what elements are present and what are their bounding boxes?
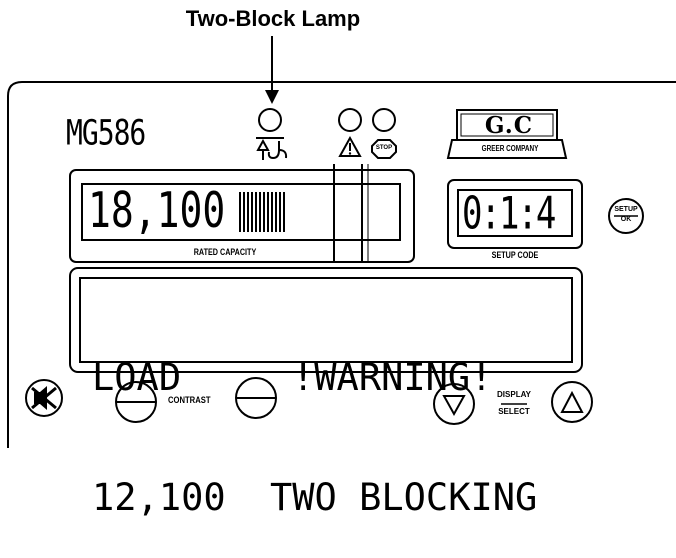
callout-arrow xyxy=(265,36,279,104)
two-block-icon xyxy=(256,137,288,160)
ok-label: OK xyxy=(620,216,632,223)
setup-ok-button-label: SETUP OK xyxy=(612,205,640,225)
two-blocking-message: TWO BLOCKING xyxy=(270,476,538,519)
load-label: LOAD xyxy=(92,356,182,399)
main-display-text: LOAD !WARNING! 12,100 TWO BLOCKING xyxy=(92,278,537,558)
stop-icon-label: STOP xyxy=(375,145,393,151)
main-line-2: 12,100 TWO BLOCKING xyxy=(92,476,537,519)
load-value: 12,100 xyxy=(92,476,226,519)
mute-button[interactable] xyxy=(25,379,63,417)
contrast-label: CONTRAST xyxy=(168,395,211,405)
display-select-bottom-label: SELECT xyxy=(498,407,530,416)
main-line-1: LOAD !WARNING! xyxy=(92,356,492,399)
warning-message: !WARNING! xyxy=(292,356,493,399)
capacity-value: 18,100 xyxy=(88,183,226,240)
model-number: MG586 xyxy=(66,112,146,154)
warning-lamp xyxy=(338,108,362,132)
rated-capacity-label: RATED CAPACITY xyxy=(193,247,257,257)
display-select-top-label: DISPLAY xyxy=(497,390,531,399)
setup-label: SETUP xyxy=(614,206,638,213)
two-block-lamp xyxy=(258,108,282,132)
logo-letters: G.C xyxy=(484,112,534,139)
setup-code-value: 0:1:4 xyxy=(462,188,556,240)
contrast-increase-button[interactable] xyxy=(235,377,277,419)
stop-lamp xyxy=(372,108,396,132)
logo-company-name: GREER COMPANY xyxy=(481,144,539,153)
setup-code-label: SETUP CODE xyxy=(491,250,539,260)
warning-icon xyxy=(338,135,362,157)
display-select-up-button[interactable] xyxy=(551,381,593,423)
